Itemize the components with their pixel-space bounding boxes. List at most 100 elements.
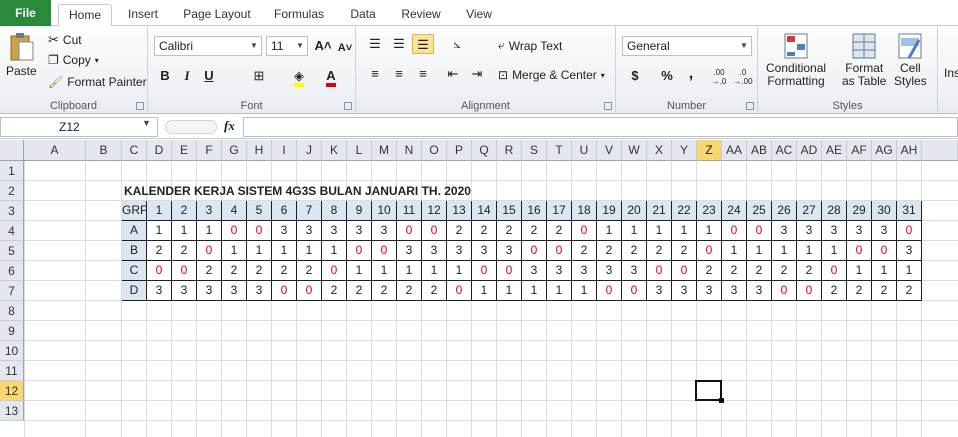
column-header-o[interactable]: O bbox=[422, 140, 447, 161]
shift-cell-b-day-5[interactable]: 1 bbox=[247, 241, 272, 261]
shift-cell-a-day-30[interactable]: 3 bbox=[872, 221, 897, 241]
row-header-6[interactable]: 6 bbox=[0, 261, 24, 281]
column-header-b[interactable]: B bbox=[86, 140, 122, 161]
header-day-22[interactable]: 22 bbox=[672, 201, 697, 221]
header-day-19[interactable]: 19 bbox=[597, 201, 622, 221]
header-day-20[interactable]: 20 bbox=[622, 201, 647, 221]
column-header-j[interactable]: J bbox=[297, 140, 322, 161]
tab-review[interactable]: Review bbox=[396, 4, 446, 26]
column-header-ad[interactable]: AD bbox=[797, 140, 822, 161]
shift-cell-c-day-31[interactable]: 1 bbox=[897, 261, 922, 281]
column-header-partial[interactable] bbox=[922, 140, 958, 161]
column-header-c[interactable]: C bbox=[122, 140, 147, 161]
header-day-5[interactable]: 5 bbox=[247, 201, 272, 221]
italic-button[interactable]: I bbox=[176, 66, 198, 86]
column-header-u[interactable]: U bbox=[572, 140, 597, 161]
column-header-k[interactable]: K bbox=[322, 140, 347, 161]
conditional-formatting-button[interactable]: Conditional Formatting bbox=[766, 30, 826, 88]
shift-cell-d-day-5[interactable]: 3 bbox=[247, 281, 272, 301]
shift-cell-d-day-15[interactable]: 1 bbox=[497, 281, 522, 301]
formula-input[interactable] bbox=[243, 117, 958, 137]
shift-cell-a-day-16[interactable]: 2 bbox=[522, 221, 547, 241]
bold-button[interactable]: B bbox=[154, 66, 176, 86]
shift-cell-c-day-21[interactable]: 0 bbox=[647, 261, 672, 281]
column-header-f[interactable]: F bbox=[197, 140, 222, 161]
shift-cell-b-day-29[interactable]: 0 bbox=[847, 241, 872, 261]
header-day-13[interactable]: 13 bbox=[447, 201, 472, 221]
column-header-v[interactable]: V bbox=[597, 140, 622, 161]
shift-cell-d-day-9[interactable]: 2 bbox=[347, 281, 372, 301]
shift-cell-b-day-21[interactable]: 2 bbox=[647, 241, 672, 261]
column-header-ae[interactable]: AE bbox=[822, 140, 847, 161]
shift-cell-b-day-23[interactable]: 0 bbox=[697, 241, 722, 261]
select-all-corner[interactable] bbox=[0, 140, 24, 161]
header-day-3[interactable]: 3 bbox=[197, 201, 222, 221]
shift-cell-b-day-9[interactable]: 0 bbox=[347, 241, 372, 261]
group-label-c[interactable]: C bbox=[122, 261, 147, 281]
row-header-5[interactable]: 5 bbox=[0, 241, 24, 261]
shift-cell-c-day-20[interactable]: 3 bbox=[622, 261, 647, 281]
tab-insert[interactable]: Insert bbox=[122, 4, 164, 26]
header-day-1[interactable]: 1 bbox=[147, 201, 172, 221]
shift-cell-b-day-6[interactable]: 1 bbox=[272, 241, 297, 261]
shift-cell-b-day-12[interactable]: 3 bbox=[422, 241, 447, 261]
column-header-x[interactable]: X bbox=[647, 140, 672, 161]
shift-cell-a-day-12[interactable]: 0 bbox=[422, 221, 447, 241]
shift-cell-d-day-31[interactable]: 2 bbox=[897, 281, 922, 301]
shift-cell-b-day-8[interactable]: 1 bbox=[322, 241, 347, 261]
shift-cell-c-day-25[interactable]: 2 bbox=[747, 261, 772, 281]
column-header-l[interactable]: L bbox=[347, 140, 372, 161]
header-day-28[interactable]: 28 bbox=[822, 201, 847, 221]
shift-cell-d-day-26[interactable]: 0 bbox=[772, 281, 797, 301]
align-bottom-icon[interactable]: ☰ bbox=[412, 34, 434, 54]
header-day-8[interactable]: 8 bbox=[322, 201, 347, 221]
shift-cell-c-day-2[interactable]: 0 bbox=[172, 261, 197, 281]
shift-cell-d-day-20[interactable]: 0 bbox=[622, 281, 647, 301]
row-header-8[interactable]: 8 bbox=[0, 301, 24, 321]
align-middle-icon[interactable]: ☰ bbox=[388, 34, 410, 54]
shift-cell-c-day-10[interactable]: 1 bbox=[372, 261, 397, 281]
header-day-10[interactable]: 10 bbox=[372, 201, 397, 221]
shift-cell-d-day-17[interactable]: 1 bbox=[547, 281, 572, 301]
align-top-icon[interactable]: ☰ bbox=[364, 34, 386, 54]
shift-cell-c-day-17[interactable]: 3 bbox=[547, 261, 572, 281]
shift-cell-d-day-23[interactable]: 3 bbox=[697, 281, 722, 301]
column-header-y[interactable]: Y bbox=[672, 140, 697, 161]
shift-cell-c-day-27[interactable]: 2 bbox=[797, 261, 822, 281]
shift-cell-a-day-11[interactable]: 0 bbox=[397, 221, 422, 241]
row-header-12[interactable]: 12 bbox=[0, 381, 24, 401]
increase-decimal-button[interactable]: .00 →.0 bbox=[708, 68, 730, 88]
column-header-ab[interactable]: AB bbox=[747, 140, 772, 161]
shift-cell-a-day-29[interactable]: 3 bbox=[847, 221, 872, 241]
header-day-29[interactable]: 29 bbox=[847, 201, 872, 221]
column-header-h[interactable]: H bbox=[247, 140, 272, 161]
header-day-31[interactable]: 31 bbox=[897, 201, 922, 221]
tab-view[interactable]: View bbox=[460, 4, 498, 26]
column-header-ac[interactable]: AC bbox=[772, 140, 797, 161]
column-header-af[interactable]: AF bbox=[847, 140, 872, 161]
header-day-27[interactable]: 27 bbox=[797, 201, 822, 221]
column-header-d[interactable]: D bbox=[147, 140, 172, 161]
shift-cell-c-day-5[interactable]: 2 bbox=[247, 261, 272, 281]
cut-button[interactable]: ✂ Cut bbox=[48, 32, 82, 48]
wrap-text-button[interactable]: ⤶ Wrap Text bbox=[498, 38, 562, 53]
shift-cell-d-day-14[interactable]: 1 bbox=[472, 281, 497, 301]
shift-cell-c-day-7[interactable]: 2 bbox=[297, 261, 322, 281]
insert-cells-button[interactable]: Ins bbox=[944, 66, 958, 80]
header-day-15[interactable]: 15 bbox=[497, 201, 522, 221]
shift-cell-a-day-26[interactable]: 3 bbox=[772, 221, 797, 241]
column-header-ag[interactable]: AG bbox=[872, 140, 897, 161]
shift-cell-b-day-20[interactable]: 2 bbox=[622, 241, 647, 261]
row-header-3[interactable]: 3 bbox=[0, 201, 24, 221]
shift-cell-d-day-3[interactable]: 3 bbox=[197, 281, 222, 301]
shift-cell-b-day-31[interactable]: 3 bbox=[897, 241, 922, 261]
grow-font-button[interactable]: A˄ bbox=[312, 36, 334, 56]
shift-cell-c-day-4[interactable]: 2 bbox=[222, 261, 247, 281]
insert-function-icon[interactable]: fx bbox=[224, 118, 235, 134]
shift-cell-a-day-15[interactable]: 2 bbox=[497, 221, 522, 241]
column-header-q[interactable]: Q bbox=[472, 140, 497, 161]
shift-cell-d-day-11[interactable]: 2 bbox=[397, 281, 422, 301]
header-day-2[interactable]: 2 bbox=[172, 201, 197, 221]
shift-cell-b-day-3[interactable]: 0 bbox=[197, 241, 222, 261]
comma-button[interactable]: , bbox=[680, 64, 702, 84]
